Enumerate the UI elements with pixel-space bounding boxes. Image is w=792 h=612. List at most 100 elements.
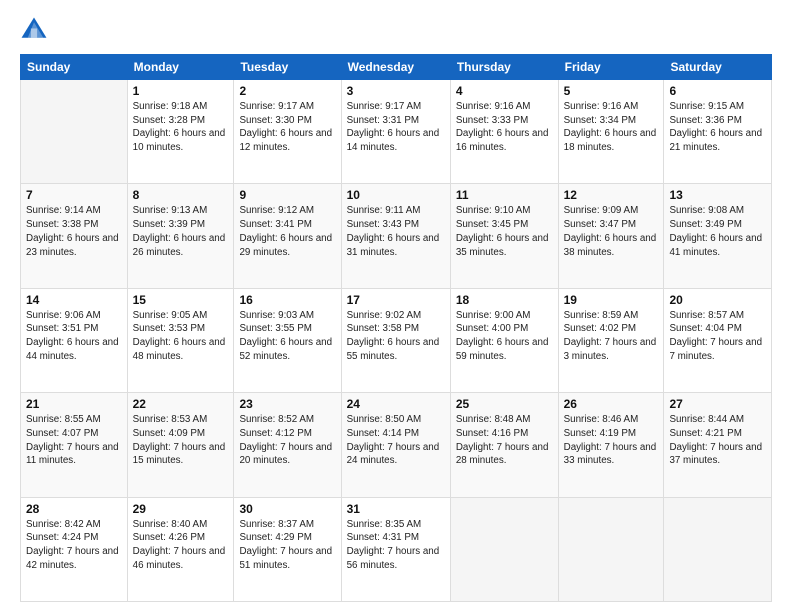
day-info: Sunrise: 8:40 AMSunset: 4:26 PMDaylight:… <box>133 518 229 573</box>
day-info: Sunrise: 9:13 AMSunset: 3:39 PMDaylight:… <box>133 204 229 259</box>
calendar-cell: 12 Sunrise: 9:09 AMSunset: 3:47 PMDaylig… <box>558 184 664 288</box>
day-info: Sunrise: 9:18 AMSunset: 3:28 PMDaylight:… <box>133 100 229 155</box>
day-number: 15 <box>133 293 229 307</box>
calendar-cell: 17 Sunrise: 9:02 AMSunset: 3:58 PMDaylig… <box>341 288 450 392</box>
day-number: 31 <box>347 502 445 516</box>
calendar-cell: 21 Sunrise: 8:55 AMSunset: 4:07 PMDaylig… <box>21 393 128 497</box>
day-number: 7 <box>26 188 122 202</box>
day-info: Sunrise: 9:16 AMSunset: 3:34 PMDaylight:… <box>564 100 659 155</box>
week-row-4: 21 Sunrise: 8:55 AMSunset: 4:07 PMDaylig… <box>21 393 772 497</box>
day-info: Sunrise: 9:00 AMSunset: 4:00 PMDaylight:… <box>456 309 553 364</box>
calendar-cell: 9 Sunrise: 9:12 AMSunset: 3:41 PMDayligh… <box>234 184 341 288</box>
calendar-cell: 2 Sunrise: 9:17 AMSunset: 3:30 PMDayligh… <box>234 80 341 184</box>
day-info: Sunrise: 9:06 AMSunset: 3:51 PMDaylight:… <box>26 309 122 364</box>
day-info: Sunrise: 9:09 AMSunset: 3:47 PMDaylight:… <box>564 204 659 259</box>
day-number: 21 <box>26 397 122 411</box>
day-number: 2 <box>239 84 335 98</box>
calendar-cell: 24 Sunrise: 8:50 AMSunset: 4:14 PMDaylig… <box>341 393 450 497</box>
day-info: Sunrise: 9:05 AMSunset: 3:53 PMDaylight:… <box>133 309 229 364</box>
day-number: 24 <box>347 397 445 411</box>
day-number: 1 <box>133 84 229 98</box>
calendar-cell: 23 Sunrise: 8:52 AMSunset: 4:12 PMDaylig… <box>234 393 341 497</box>
day-info: Sunrise: 8:46 AMSunset: 4:19 PMDaylight:… <box>564 413 659 468</box>
weekday-header-friday: Friday <box>558 55 664 80</box>
day-info: Sunrise: 9:08 AMSunset: 3:49 PMDaylight:… <box>669 204 766 259</box>
day-number: 30 <box>239 502 335 516</box>
day-number: 25 <box>456 397 553 411</box>
calendar-cell: 22 Sunrise: 8:53 AMSunset: 4:09 PMDaylig… <box>127 393 234 497</box>
week-row-5: 28 Sunrise: 8:42 AMSunset: 4:24 PMDaylig… <box>21 497 772 601</box>
calendar-cell: 26 Sunrise: 8:46 AMSunset: 4:19 PMDaylig… <box>558 393 664 497</box>
week-row-3: 14 Sunrise: 9:06 AMSunset: 3:51 PMDaylig… <box>21 288 772 392</box>
weekday-header-row: SundayMondayTuesdayWednesdayThursdayFrid… <box>21 55 772 80</box>
day-number: 14 <box>26 293 122 307</box>
day-number: 19 <box>564 293 659 307</box>
day-info: Sunrise: 8:50 AMSunset: 4:14 PMDaylight:… <box>347 413 445 468</box>
calendar-cell: 31 Sunrise: 8:35 AMSunset: 4:31 PMDaylig… <box>341 497 450 601</box>
calendar-cell: 18 Sunrise: 9:00 AMSunset: 4:00 PMDaylig… <box>450 288 558 392</box>
calendar-cell: 30 Sunrise: 8:37 AMSunset: 4:29 PMDaylig… <box>234 497 341 601</box>
calendar-cell: 13 Sunrise: 9:08 AMSunset: 3:49 PMDaylig… <box>664 184 772 288</box>
calendar-table: SundayMondayTuesdayWednesdayThursdayFrid… <box>20 54 772 602</box>
day-number: 29 <box>133 502 229 516</box>
day-number: 16 <box>239 293 335 307</box>
day-number: 26 <box>564 397 659 411</box>
day-number: 22 <box>133 397 229 411</box>
day-info: Sunrise: 8:52 AMSunset: 4:12 PMDaylight:… <box>239 413 335 468</box>
page: SundayMondayTuesdayWednesdayThursdayFrid… <box>0 0 792 612</box>
day-info: Sunrise: 9:10 AMSunset: 3:45 PMDaylight:… <box>456 204 553 259</box>
calendar-cell: 27 Sunrise: 8:44 AMSunset: 4:21 PMDaylig… <box>664 393 772 497</box>
weekday-header-tuesday: Tuesday <box>234 55 341 80</box>
weekday-header-thursday: Thursday <box>450 55 558 80</box>
calendar-cell <box>664 497 772 601</box>
day-info: Sunrise: 9:12 AMSunset: 3:41 PMDaylight:… <box>239 204 335 259</box>
weekday-header-wednesday: Wednesday <box>341 55 450 80</box>
calendar-cell: 7 Sunrise: 9:14 AMSunset: 3:38 PMDayligh… <box>21 184 128 288</box>
day-info: Sunrise: 9:14 AMSunset: 3:38 PMDaylight:… <box>26 204 122 259</box>
calendar-cell <box>450 497 558 601</box>
calendar-cell: 20 Sunrise: 8:57 AMSunset: 4:04 PMDaylig… <box>664 288 772 392</box>
day-info: Sunrise: 8:53 AMSunset: 4:09 PMDaylight:… <box>133 413 229 468</box>
weekday-header-sunday: Sunday <box>21 55 128 80</box>
day-number: 6 <box>669 84 766 98</box>
day-info: Sunrise: 9:15 AMSunset: 3:36 PMDaylight:… <box>669 100 766 155</box>
day-number: 18 <box>456 293 553 307</box>
day-info: Sunrise: 8:37 AMSunset: 4:29 PMDaylight:… <box>239 518 335 573</box>
day-number: 23 <box>239 397 335 411</box>
day-number: 5 <box>564 84 659 98</box>
day-number: 17 <box>347 293 445 307</box>
day-info: Sunrise: 9:16 AMSunset: 3:33 PMDaylight:… <box>456 100 553 155</box>
day-info: Sunrise: 9:11 AMSunset: 3:43 PMDaylight:… <box>347 204 445 259</box>
calendar-cell: 14 Sunrise: 9:06 AMSunset: 3:51 PMDaylig… <box>21 288 128 392</box>
day-info: Sunrise: 8:44 AMSunset: 4:21 PMDaylight:… <box>669 413 766 468</box>
calendar-cell: 6 Sunrise: 9:15 AMSunset: 3:36 PMDayligh… <box>664 80 772 184</box>
day-info: Sunrise: 8:57 AMSunset: 4:04 PMDaylight:… <box>669 309 766 364</box>
logo <box>20 16 52 44</box>
calendar-cell: 8 Sunrise: 9:13 AMSunset: 3:39 PMDayligh… <box>127 184 234 288</box>
calendar-cell: 16 Sunrise: 9:03 AMSunset: 3:55 PMDaylig… <box>234 288 341 392</box>
day-number: 4 <box>456 84 553 98</box>
calendar-cell: 15 Sunrise: 9:05 AMSunset: 3:53 PMDaylig… <box>127 288 234 392</box>
day-info: Sunrise: 8:55 AMSunset: 4:07 PMDaylight:… <box>26 413 122 468</box>
calendar-cell: 19 Sunrise: 8:59 AMSunset: 4:02 PMDaylig… <box>558 288 664 392</box>
day-number: 3 <box>347 84 445 98</box>
logo-icon <box>20 16 48 44</box>
day-info: Sunrise: 8:59 AMSunset: 4:02 PMDaylight:… <box>564 309 659 364</box>
calendar-cell: 25 Sunrise: 8:48 AMSunset: 4:16 PMDaylig… <box>450 393 558 497</box>
calendar-cell: 3 Sunrise: 9:17 AMSunset: 3:31 PMDayligh… <box>341 80 450 184</box>
day-info: Sunrise: 9:17 AMSunset: 3:30 PMDaylight:… <box>239 100 335 155</box>
calendar-cell: 10 Sunrise: 9:11 AMSunset: 3:43 PMDaylig… <box>341 184 450 288</box>
day-info: Sunrise: 9:03 AMSunset: 3:55 PMDaylight:… <box>239 309 335 364</box>
calendar-cell: 11 Sunrise: 9:10 AMSunset: 3:45 PMDaylig… <box>450 184 558 288</box>
day-number: 13 <box>669 188 766 202</box>
day-info: Sunrise: 9:17 AMSunset: 3:31 PMDaylight:… <box>347 100 445 155</box>
day-number: 28 <box>26 502 122 516</box>
day-number: 11 <box>456 188 553 202</box>
day-info: Sunrise: 8:48 AMSunset: 4:16 PMDaylight:… <box>456 413 553 468</box>
week-row-1: 1 Sunrise: 9:18 AMSunset: 3:28 PMDayligh… <box>21 80 772 184</box>
header <box>20 16 772 44</box>
day-info: Sunrise: 8:35 AMSunset: 4:31 PMDaylight:… <box>347 518 445 573</box>
week-row-2: 7 Sunrise: 9:14 AMSunset: 3:38 PMDayligh… <box>21 184 772 288</box>
day-number: 8 <box>133 188 229 202</box>
weekday-header-monday: Monday <box>127 55 234 80</box>
